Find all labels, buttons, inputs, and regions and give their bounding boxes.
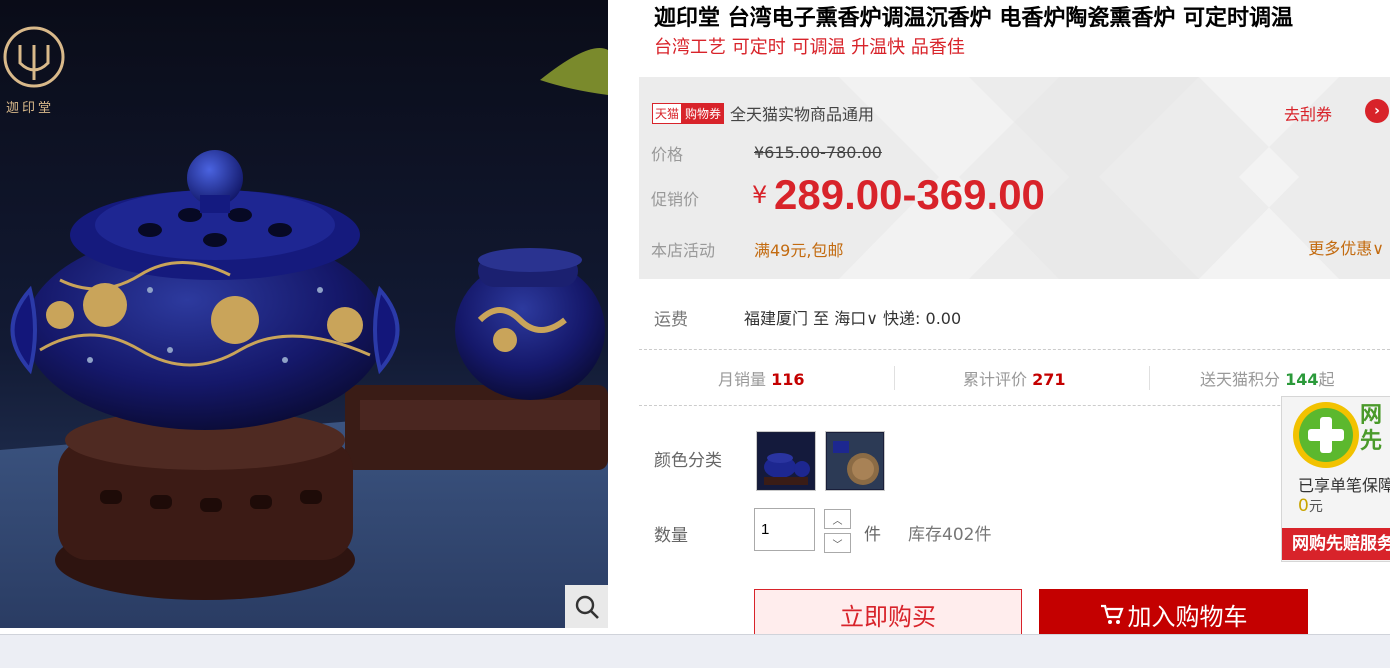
ship-to: 海口 <box>834 309 867 328</box>
plus-icon <box>1293 402 1359 468</box>
chevron-down-icon: ∨ <box>1372 239 1384 258</box>
chevron-up-icon: ︿ <box>832 515 843 527</box>
ad-banner: 网购先赔服务 <box>1282 528 1390 560</box>
product-subtitle: 台湾工艺 可定时 可调温 升温快 品香佳 <box>654 37 965 58</box>
promo-price: 289.00-369.00 <box>774 171 1045 218</box>
tmall-points: 送天猫积分 144起 <box>1200 366 1335 390</box>
stock-count: 库存402件 <box>908 525 992 545</box>
monthly-sales: 月销量 116 <box>718 366 805 390</box>
product-photo <box>0 0 608 628</box>
color-thumbnail <box>758 433 814 489</box>
divider <box>894 366 895 390</box>
points-value: 144 <box>1285 370 1319 389</box>
product-main-image[interactable]: 迦印堂 <box>0 0 608 628</box>
divider <box>639 349 1390 350</box>
shipping-info: 福建厦门 至 海口∨ 快递: 0.00 <box>744 305 961 329</box>
divider <box>639 405 1390 406</box>
original-price: ¥615.00-780.00 <box>754 143 882 162</box>
more-deals-label: 更多优惠 <box>1308 239 1373 258</box>
ad-amount: 0元 <box>1298 496 1323 516</box>
monthly-sales-label: 月销量 <box>718 370 767 389</box>
color-option-1[interactable] <box>756 431 816 491</box>
quantity-label: 数量 <box>654 526 688 546</box>
chevron-right-icon[interactable]: › <box>1365 99 1389 123</box>
chevron-down-icon: ﹀ <box>832 539 843 551</box>
quantity-increase-button[interactable]: ︿ <box>824 509 851 529</box>
shipping-label: 运费 <box>654 310 688 330</box>
coupon-text: 全天猫实物商品通用 <box>730 105 875 124</box>
price-panel: 天猫 购物券 全天猫实物商品通用 去刮券 › 价格 ¥615.00-780.00… <box>639 77 1390 279</box>
monthly-sales-value: 116 <box>771 370 805 389</box>
price-label: 价格 <box>651 145 684 164</box>
brand-logo-text: 迦印堂 <box>6 101 55 116</box>
store-activity-label: 本店活动 <box>651 241 716 260</box>
bottom-bar <box>0 634 1390 668</box>
add-to-cart-label: 加入购物车 <box>1127 602 1248 631</box>
add-to-cart-button[interactable]: 加入购物车 <box>1039 589 1308 639</box>
store-activity: 满49元,包邮 <box>754 241 844 260</box>
buy-now-button[interactable]: 立即购买 <box>754 589 1022 639</box>
guarantee-float-ad[interactable]: 网先 已享单笔保障 0元 网购先赔服务 <box>1281 396 1390 562</box>
divider <box>1149 366 1150 390</box>
points-suffix: 起 <box>1318 370 1335 389</box>
ad-guarantee-text: 已享单笔保障 <box>1298 476 1390 495</box>
ship-method: 快递: 0.00 <box>883 309 962 328</box>
ship-to-word: 至 <box>813 309 830 328</box>
currency-symbol: ¥ <box>752 181 768 209</box>
review-value: 271 <box>1032 370 1066 389</box>
ship-from: 福建厦门 <box>744 309 809 328</box>
coupon-row: 天猫 购物券 全天猫实物商品通用 <box>652 101 874 125</box>
quantity-input[interactable] <box>754 508 815 551</box>
ad-amount-value: 0 <box>1298 496 1309 516</box>
promo-price-label: 促销价 <box>651 190 700 209</box>
tmall-tag: 天猫 <box>652 102 683 124</box>
review-count[interactable]: 累计评价 271 <box>963 366 1066 390</box>
color-option-2[interactable] <box>825 431 885 491</box>
ad-heading: 网先 <box>1360 403 1383 454</box>
search-icon <box>575 595 599 619</box>
more-deals-link[interactable]: 更多优惠∨ <box>1308 235 1384 259</box>
zoom-button[interactable] <box>565 585 608 628</box>
buy-now-label: 立即购买 <box>840 602 936 631</box>
coupon-tag: 购物券 <box>682 102 725 124</box>
points-label: 送天猫积分 <box>1200 370 1281 389</box>
ad-amount-unit: 元 <box>1308 499 1323 515</box>
review-label: 累计评价 <box>963 370 1028 389</box>
ship-to-selector[interactable]: 海口∨ <box>834 309 878 328</box>
color-label: 颜色分类 <box>654 451 722 471</box>
scratch-coupon-link[interactable]: 去刮券 <box>1284 101 1332 125</box>
cart-icon <box>1100 604 1124 624</box>
product-title: 迦印堂 台湾电子熏香炉调温沉香炉 电香炉陶瓷熏香炉 可定时调温 <box>654 6 1293 31</box>
quantity-unit: 件 <box>864 525 881 545</box>
color-thumbnail <box>827 433 883 489</box>
sales-stats: 月销量 116 累计评价 271 送天猫积分 144起 <box>639 366 1390 392</box>
quantity-decrease-button[interactable]: ﹀ <box>824 533 851 553</box>
chevron-down-icon: ∨ <box>866 309 878 328</box>
